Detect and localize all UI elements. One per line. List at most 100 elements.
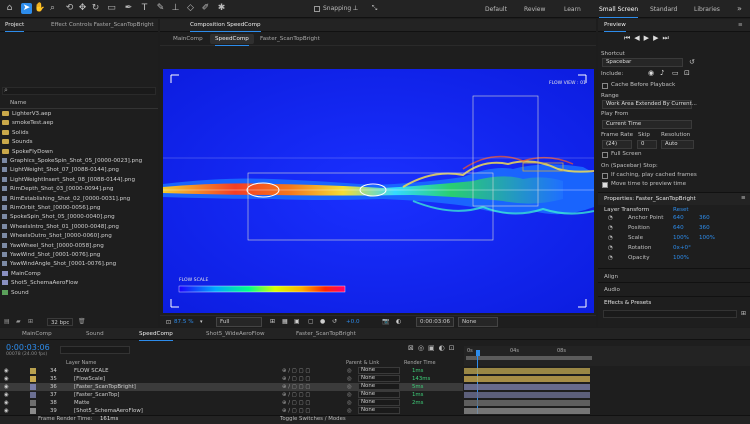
table-row[interactable]: ◉ 36 [Faster_ScanTopBright] ⊕ / ▢ ▢ ▢ ◎ None 5… [0, 383, 463, 391]
roto-tool-icon[interactable]: ✐ [200, 3, 211, 14]
resolution-dropdown[interactable]: Full [216, 317, 262, 327]
orbit-tool-icon[interactable]: ⟲ [64, 3, 75, 14]
include-layer-controls-icon[interactable]: ⊡ [684, 69, 690, 77]
list-item[interactable]: YawWind_Shot_[0001-0076].png [2, 251, 100, 260]
parent-dropdown[interactable]: None [358, 367, 400, 374]
timeline-switches-icons[interactable]: ⊠◎▣◐⊡ [408, 344, 459, 352]
resolution-dropdown-preview[interactable]: Auto [661, 140, 694, 149]
eraser-tool-icon[interactable]: ◇ [185, 3, 196, 14]
label-color-swatch[interactable] [30, 400, 36, 406]
include-video-icon[interactable]: ◉ [648, 69, 654, 77]
layer-switches-icon[interactable]: ⊕ / ▢ ▢ ▢ [282, 407, 310, 415]
align-icon[interactable]: ⤡ [369, 3, 380, 14]
list-item[interactable]: WheelsIntro_Shot_01_[0000-0048].png [2, 223, 119, 232]
full-screen-checkbox[interactable] [602, 152, 608, 158]
zoom-tool-icon[interactable]: ⌕ [47, 3, 58, 14]
timeline-tab-sound[interactable]: Sound [86, 331, 104, 337]
effects-add-icon[interactable]: ⊞ [741, 310, 746, 317]
label-color-swatch[interactable] [30, 408, 36, 414]
visibility-eye-icon[interactable]: ◉ [4, 399, 9, 407]
work-area-bar[interactable] [466, 356, 592, 360]
pick-whip-icon[interactable]: ◎ [347, 375, 352, 383]
list-item[interactable]: Graphics_SpokeSpin_Shot_05_[0000-0023].p… [2, 157, 142, 166]
include-audio-icon[interactable]: ♪ [660, 69, 664, 77]
parent-dropdown[interactable]: None [358, 407, 400, 414]
reset-transform-button[interactable]: Reset [673, 207, 689, 213]
region-of-interest-icon[interactable]: ⊞ [270, 318, 275, 325]
cache-before-checkbox[interactable] [602, 83, 608, 89]
layer-duration-bar[interactable] [464, 392, 590, 398]
list-item[interactable]: Solids [2, 129, 29, 138]
layer-name[interactable]: [FlowScale] [74, 375, 105, 383]
interpret-footage-icon[interactable]: ▤ [4, 318, 10, 325]
layer-duration-bar[interactable] [464, 408, 590, 414]
snapshot-icon[interactable]: 📷 [382, 318, 389, 325]
zoom-level[interactable]: 87.5 % [174, 319, 194, 325]
layer-switches-icon[interactable]: ⊕ / ▢ ▢ ▢ [282, 391, 310, 399]
parent-dropdown[interactable]: None [358, 383, 400, 390]
parent-dropdown[interactable]: None [358, 375, 400, 382]
properties-title[interactable]: Properties: Faster_ScanTopBright [604, 196, 696, 202]
table-row[interactable]: ◉ 38 Matte ⊕ / ▢ ▢ ▢ ◎ None 2ms [0, 399, 463, 407]
audio-panel[interactable]: Audio [604, 287, 620, 293]
list-item[interactable]: SpokeSpin_Shot_05_[0000-0040].png [2, 213, 115, 222]
label-color-swatch[interactable] [30, 384, 36, 390]
exposure-value[interactable]: +0.0 [346, 319, 360, 325]
table-row[interactable]: ◉ 37 [Faster_ScanTop] ⊕ / ▢ ▢ ▢ ◎ None 1ms [0, 391, 463, 399]
pick-whip-icon[interactable]: ◎ [347, 383, 352, 391]
list-item[interactable]: RimDepth_Shot_03_[0000-0094].png [2, 185, 113, 194]
pick-whip-icon[interactable]: ◎ [347, 367, 352, 375]
brush-tool-icon[interactable]: ✎ [155, 3, 166, 14]
table-row[interactable]: ◉ 39 [Shot5_SchemaAeroFlow] ⊕ / ▢ ▢ ▢ ◎ None [0, 407, 463, 415]
if-caching-checkbox[interactable] [602, 173, 608, 179]
layer-duration-bar[interactable] [464, 384, 590, 390]
align-panel[interactable]: Align [604, 274, 618, 280]
viewer-canvas[interactable]: FLOW VIEW : 01 FLOW SCALE [163, 69, 594, 313]
property-value-1[interactable]: 0x+0° [673, 245, 691, 251]
col-layer-name[interactable]: Layer Name [66, 360, 96, 366]
layer-name[interactable]: [Shot5_SchemaAeroFlow] [74, 407, 143, 415]
zoom-dropdown-icon[interactable]: ▾ [200, 319, 203, 325]
stopwatch-icon[interactable]: ◔ [608, 245, 613, 251]
show-snapshot-icon[interactable]: ◐ [396, 318, 401, 325]
label-color-swatch[interactable] [30, 376, 36, 382]
comp-tab-faster-scantopbright[interactable]: Faster_ScanTopBright [260, 36, 320, 42]
list-item[interactable]: Sounds [2, 138, 33, 147]
property-value-1[interactable]: 640 [673, 225, 684, 231]
play-from-dropdown[interactable]: Current Time [602, 120, 692, 129]
effects-presets-panel[interactable]: Effects & Presets [604, 300, 651, 306]
move-tool-icon[interactable]: ✥ [77, 3, 88, 14]
property-value-2[interactable]: 100% [699, 235, 715, 241]
channel-icon[interactable]: ● [320, 318, 325, 325]
timeline-tab-faster[interactable]: Faster_ScanTopBright [296, 331, 356, 337]
type-tool-icon[interactable]: T [139, 3, 150, 14]
layer-name[interactable]: FLOW SCALE [74, 367, 108, 375]
layer-duration-bar[interactable] [464, 376, 590, 382]
shortcut-dropdown[interactable]: Spacebar [602, 58, 683, 67]
transparency-grid-icon[interactable]: ▦ [282, 318, 288, 325]
col-parent-link[interactable]: Parent & Link [346, 360, 379, 366]
property-value-1[interactable]: 100% [673, 235, 689, 241]
workspace-learn[interactable]: Learn [564, 6, 581, 13]
layer-switches-icon[interactable]: ⊕ / ▢ ▢ ▢ [282, 375, 310, 383]
parent-dropdown[interactable]: None [358, 399, 400, 406]
visibility-eye-icon[interactable]: ◉ [4, 383, 9, 391]
label-color-swatch[interactable] [30, 368, 36, 374]
comp-tab-maincomp[interactable]: MainComp [173, 36, 203, 42]
stopwatch-icon[interactable]: ◔ [608, 215, 613, 221]
timeline-tab-maincomp[interactable]: MainComp [22, 331, 52, 337]
range-dropdown[interactable]: Work Area Extended By Current... [602, 100, 697, 109]
workspace-review[interactable]: Review [524, 6, 545, 13]
timeline-tab-shot5[interactable]: Shot5_WideAeroFlow [206, 331, 265, 337]
workspace-menu-icon[interactable]: » [734, 3, 745, 14]
property-value-1[interactable]: 100% [673, 255, 689, 261]
new-folder-icon[interactable]: ▰ [16, 318, 21, 325]
column-name[interactable]: Name [10, 100, 27, 106]
list-item[interactable]: SpokeFlyDown [2, 148, 53, 157]
rect-tool-icon[interactable]: ▭ [106, 3, 117, 14]
layer-name[interactable]: Matte [74, 399, 90, 407]
magnification-icon[interactable]: ⊡ [166, 319, 171, 326]
layer-switches-icon[interactable]: ⊕ / ▢ ▢ ▢ [282, 367, 310, 375]
list-item[interactable]: LighterV3.aep [2, 110, 51, 119]
col-render-time[interactable]: Render Time [404, 360, 436, 366]
